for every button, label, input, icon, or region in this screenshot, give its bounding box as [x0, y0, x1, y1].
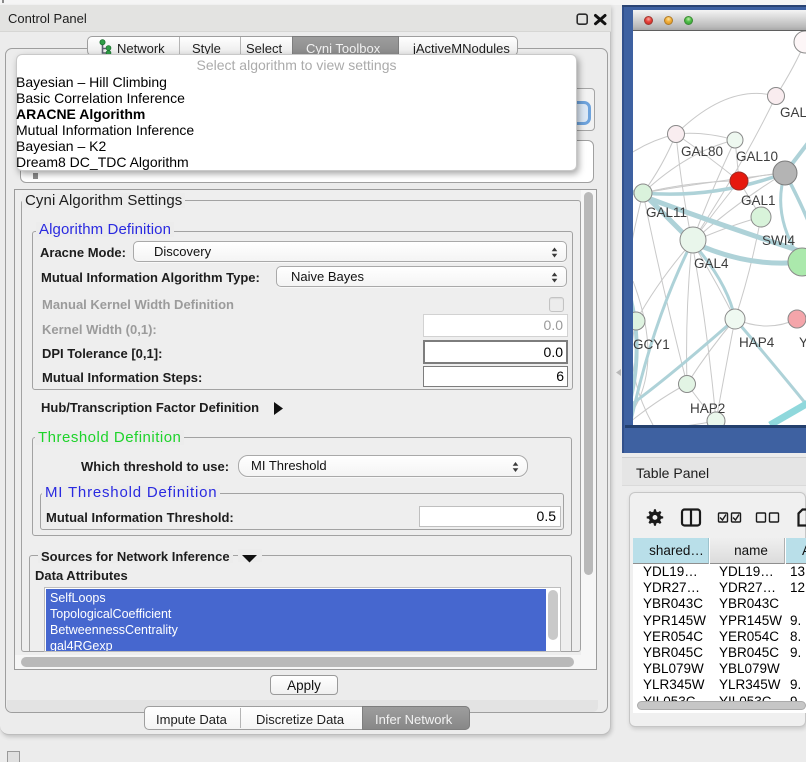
svg-text:GAL1: GAL1 [741, 193, 776, 208]
svg-text:GAL4: GAL4 [694, 256, 729, 271]
svg-text:HAP4: HAP4 [739, 335, 775, 350]
svg-text:Y: Y [799, 335, 806, 350]
svg-text:GCY1: GCY1 [633, 337, 670, 352]
svg-text:SWI4: SWI4 [762, 233, 795, 248]
svg-text:GAL11: GAL11 [646, 205, 687, 220]
svg-text:HAP2: HAP2 [690, 401, 725, 416]
svg-text:GAL80: GAL80 [681, 144, 723, 159]
svg-text:GAL10: GAL10 [736, 149, 778, 164]
svg-text:GAL: GAL [780, 105, 806, 120]
